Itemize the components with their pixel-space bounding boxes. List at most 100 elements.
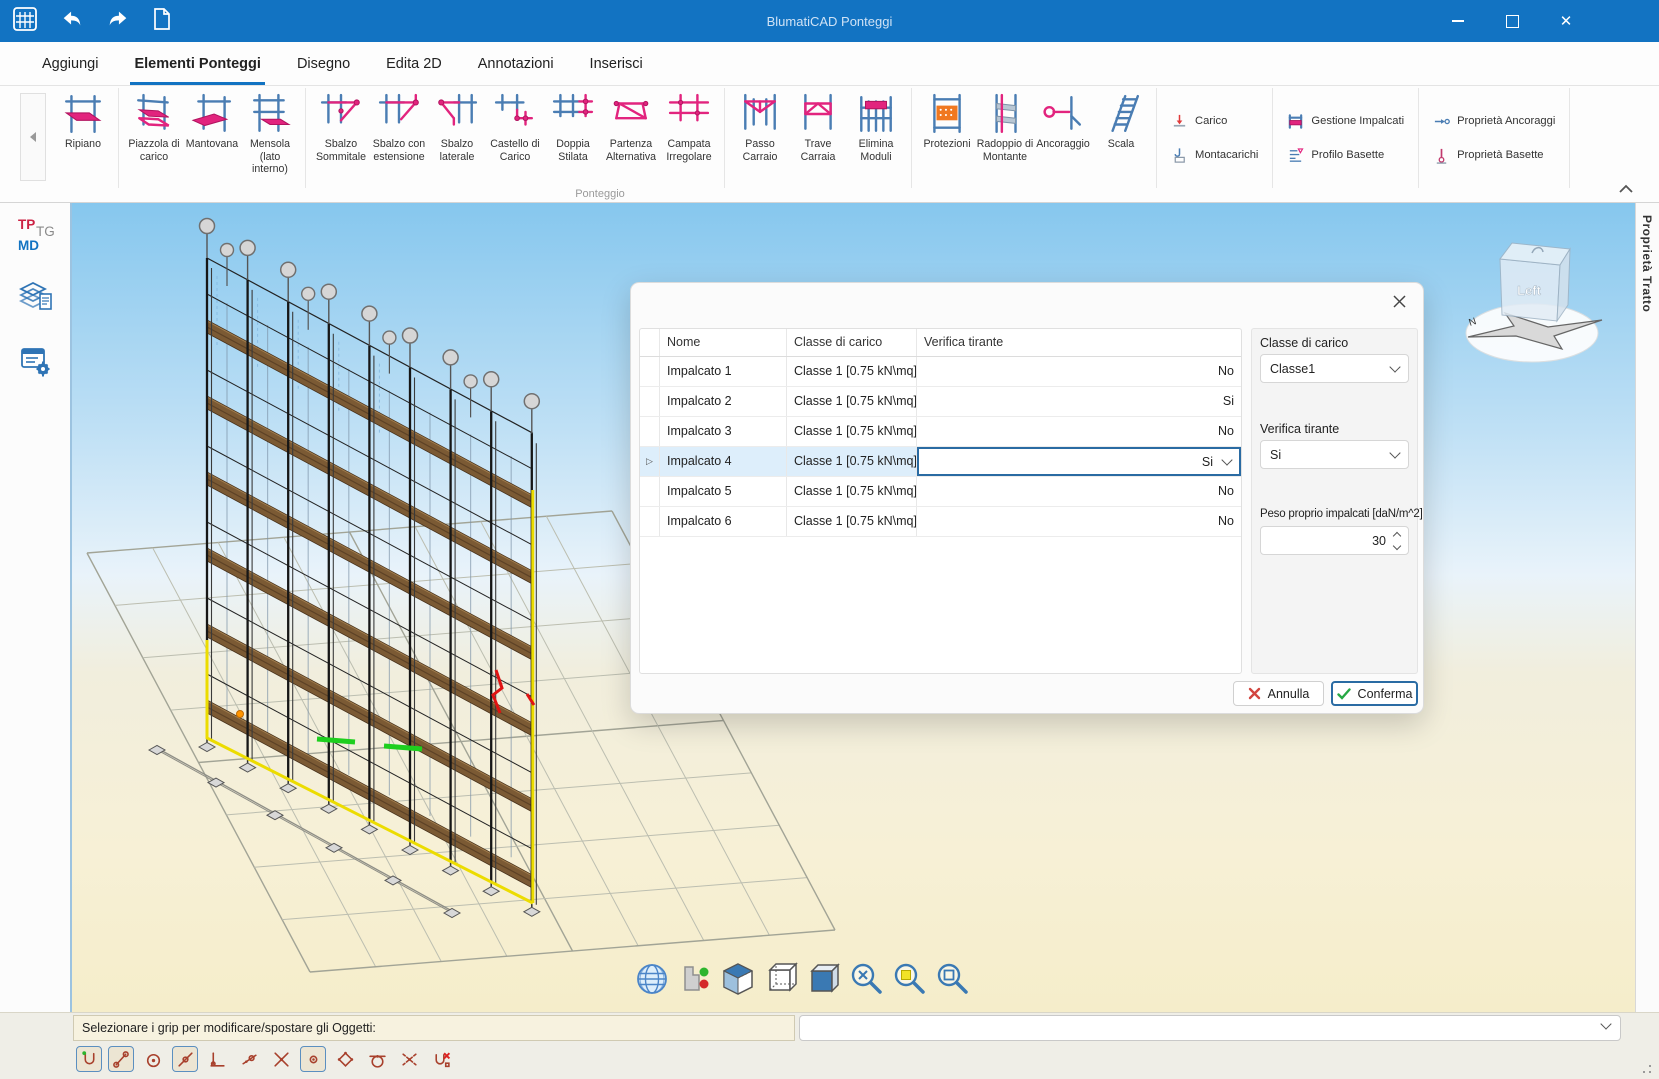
ribbon-button-montacarichi[interactable]: Montacarichi	[1171, 147, 1258, 164]
snap-quadrant-button[interactable]	[332, 1046, 358, 1072]
zoom-previous-button[interactable]	[934, 960, 972, 998]
cell-verifica-tirante[interactable]: No	[917, 357, 1241, 386]
cell-classe-di-carico[interactable]: Classe 1 [0.75 kN\mq]	[787, 447, 917, 476]
cell-nome[interactable]: Impalcato 6	[660, 507, 787, 536]
snap-intersection-button[interactable]	[268, 1046, 294, 1072]
model-visibility-button[interactable]	[676, 960, 714, 998]
ribbon-button-sbalzo-laterale[interactable]: Sbalzo laterale	[428, 88, 486, 188]
view-iso-button[interactable]	[719, 960, 757, 998]
cell-verifica-tirante[interactable]: No	[917, 417, 1241, 446]
ribbon-button-passo-carraio[interactable]: Passo Carraio	[731, 88, 789, 188]
resize-grip[interactable]	[1639, 1061, 1651, 1073]
dialog-close-button[interactable]	[1389, 291, 1409, 311]
table-row-impalcato-6[interactable]: Impalcato 6Classe 1 [0.75 kN\mq]No	[640, 507, 1241, 537]
snap-node-button[interactable]	[300, 1046, 326, 1072]
cell-nome[interactable]: Impalcato 4	[660, 447, 787, 476]
maximize-icon[interactable]	[1505, 14, 1519, 28]
ribbon-button-ripiano[interactable]: Ripiano	[54, 88, 112, 188]
globe-button[interactable]	[633, 960, 671, 998]
ribbon-scroll-left-button[interactable]	[20, 93, 46, 181]
spinner-arrows[interactable]	[1394, 533, 1400, 549]
cell-verifica-tirante[interactable]: No	[917, 507, 1241, 536]
peso-proprio-input[interactable]: 30	[1260, 526, 1409, 555]
column-header-classe-di-carico[interactable]: Classe di carico	[787, 329, 917, 356]
column-header-verifica-tirante[interactable]: Verifica tirante	[917, 329, 1241, 356]
ribbon-button-mensola-lato-interno[interactable]: Mensola (lato interno)	[241, 88, 299, 188]
ribbon-button-protezioni[interactable]: Protezioni	[918, 88, 976, 188]
ribbon-button-ancoraggio[interactable]: Ancoraggio	[1034, 88, 1092, 188]
ribbon-button-doppia-stilata[interactable]: Doppia Stilata	[544, 88, 602, 188]
ribbon-button-campata-irregolare[interactable]: Campata Irregolare	[660, 88, 718, 188]
snap-perpendicular-button[interactable]	[204, 1046, 230, 1072]
ribbon-collapse-button[interactable]	[1617, 182, 1635, 194]
ribbon-button-carico[interactable]: Carico	[1171, 113, 1258, 130]
classe-di-carico-select[interactable]: Classe1	[1260, 354, 1409, 383]
tab-annotazioni[interactable]: Annotazioni	[478, 42, 554, 85]
cell-classe-di-carico[interactable]: Classe 1 [0.75 kN\mq]	[787, 357, 917, 386]
close-icon[interactable]: ✕	[1559, 14, 1573, 28]
cell-nome[interactable]: Impalcato 3	[660, 417, 787, 446]
spin-up-icon[interactable]	[1393, 531, 1401, 539]
ribbon-button-propriet-ancoraggi[interactable]: Proprietà Ancoraggi	[1433, 113, 1555, 130]
tab-edita-2d[interactable]: Edita 2D	[386, 42, 442, 85]
cell-classe-di-carico[interactable]: Classe 1 [0.75 kN\mq]	[787, 507, 917, 536]
view-wireframe-button[interactable]	[762, 960, 800, 998]
ribbon-button-piazzola-di-carico[interactable]: Piazzola di carico	[125, 88, 183, 188]
ribbon-button-sbalzo-sommitale[interactable]: Sbalzo Sommitale	[312, 88, 370, 188]
cell-verifica-tirante[interactable]: No	[917, 477, 1241, 506]
table-row-impalcato-5[interactable]: Impalcato 5Classe 1 [0.75 kN\mq]No	[640, 477, 1241, 507]
table-row-impalcato-2[interactable]: Impalcato 2Classe 1 [0.75 kN\mq]Si	[640, 387, 1241, 417]
ribbon-button-profilo-basette[interactable]: Profilo Basette	[1287, 147, 1404, 164]
column-header-nome[interactable]: Nome	[660, 329, 787, 356]
tab-inserisci[interactable]: Inserisci	[590, 42, 643, 85]
table-row-impalcato-4[interactable]: ▷Impalcato 4Classe 1 [0.75 kN\mq]Si	[640, 447, 1241, 477]
ribbon-button-gestione-impalcati[interactable]: Gestione Impalcati	[1287, 113, 1404, 130]
command-input[interactable]	[799, 1015, 1621, 1041]
cell-verifica-tirante[interactable]: Si	[917, 447, 1241, 476]
minimize-icon[interactable]	[1451, 14, 1465, 28]
snap-midpoint-button[interactable]	[172, 1046, 198, 1072]
layers-document-icon[interactable]	[16, 275, 56, 315]
snap-magnet-button[interactable]	[76, 1046, 102, 1072]
snap-endpoint-button[interactable]	[108, 1046, 134, 1072]
ribbon-button-partenza-alternativa[interactable]: Partenza Alternativa	[602, 88, 660, 188]
list-gear-icon[interactable]	[16, 341, 56, 381]
ribbon-button-propriet-basette[interactable]: Proprietà Basette	[1433, 147, 1555, 164]
cell-nome[interactable]: Impalcato 5	[660, 477, 787, 506]
cell-classe-di-carico[interactable]: Classe 1 [0.75 kN\mq]	[787, 477, 917, 506]
snap-magnet-off-button[interactable]	[428, 1046, 454, 1072]
verifica-tirante-cell-select[interactable]: Si	[917, 447, 1241, 476]
zoom-extents-button[interactable]	[848, 960, 886, 998]
zoom-window-button[interactable]	[891, 960, 929, 998]
verifica-tirante-select[interactable]: Si	[1260, 440, 1409, 469]
conferma-button[interactable]: Conferma	[1331, 681, 1418, 706]
snap-apparent-intersection-button[interactable]	[396, 1046, 422, 1072]
ribbon-button-trave-carraia[interactable]: Trave Carraia	[789, 88, 847, 188]
ribbon-button-label: Radoppio di Montante	[976, 138, 1034, 163]
table-row-impalcato-1[interactable]: Impalcato 1Classe 1 [0.75 kN\mq]No	[640, 357, 1241, 387]
cell-classe-di-carico[interactable]: Classe 1 [0.75 kN\mq]	[787, 387, 917, 416]
tp-tg-md-logo[interactable]: TP TG MD	[10, 217, 58, 261]
snap-center-button[interactable]	[140, 1046, 166, 1072]
ribbon-button-castello-di-carico[interactable]: Castello di Carico	[486, 88, 544, 188]
snap-tangent-button[interactable]	[364, 1046, 390, 1072]
ribbon-button-mantovana[interactable]: Mantovana	[183, 88, 241, 188]
spin-down-icon[interactable]	[1393, 541, 1401, 549]
view-cube[interactable]: N Left	[1450, 223, 1620, 368]
tab-aggiungi[interactable]: Aggiungi	[42, 42, 98, 85]
annulla-button[interactable]: Annulla	[1233, 681, 1324, 706]
tab-disegno[interactable]: Disegno	[297, 42, 350, 85]
snap-nearest-button[interactable]	[236, 1046, 262, 1072]
table-row-impalcato-3[interactable]: Impalcato 3Classe 1 [0.75 kN\mq]No	[640, 417, 1241, 447]
tab-elementi-ponteggi[interactable]: Elementi Ponteggi	[134, 42, 261, 85]
ribbon-button-scala[interactable]: Scala	[1092, 88, 1150, 188]
ribbon-button-sbalzo-con-estensione[interactable]: Sbalzo con estensione	[370, 88, 428, 188]
ribbon-button-elimina-moduli[interactable]: Elimina Moduli	[847, 88, 905, 188]
cell-classe-di-carico[interactable]: Classe 1 [0.75 kN\mq]	[787, 417, 917, 446]
view-solid-button[interactable]	[805, 960, 843, 998]
right-panel-strip[interactable]: Proprietà Tratto	[1635, 203, 1659, 1012]
cell-verifica-tirante[interactable]: Si	[917, 387, 1241, 416]
cell-nome[interactable]: Impalcato 1	[660, 357, 787, 386]
ribbon-button-radoppio-di-montante[interactable]: Radoppio di Montante	[976, 88, 1034, 188]
cell-nome[interactable]: Impalcato 2	[660, 387, 787, 416]
